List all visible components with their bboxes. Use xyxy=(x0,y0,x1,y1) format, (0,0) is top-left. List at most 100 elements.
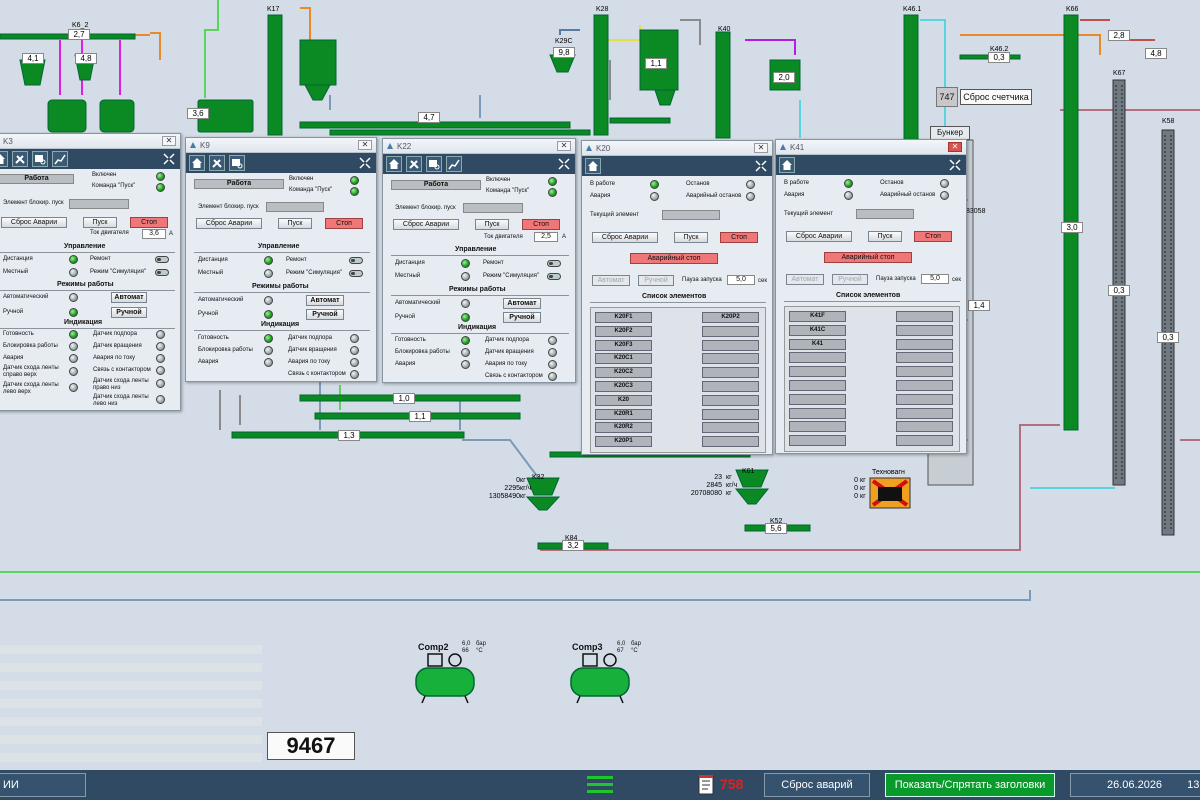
element-list-item[interactable] xyxy=(702,381,759,392)
element-list-item[interactable] xyxy=(702,367,759,379)
element-list-item[interactable] xyxy=(702,339,759,351)
element-list-item[interactable] xyxy=(896,435,953,447)
simulation-toggle[interactable] xyxy=(349,270,363,277)
start-button[interactable]: Пуск xyxy=(674,232,708,243)
reset-alarm-button[interactable]: Сброс Аварии xyxy=(393,219,459,230)
manual-mode-button[interactable]: Ручной xyxy=(306,309,344,320)
element-list-item[interactable]: K41 xyxy=(789,338,846,350)
start-button[interactable]: Пуск xyxy=(278,218,312,229)
toggle-headers-button[interactable]: Показать/Спрятать заголовки xyxy=(885,773,1055,797)
element-list-item[interactable]: K20P1 xyxy=(595,436,652,448)
home-icon[interactable] xyxy=(189,155,205,171)
element-list-item[interactable]: K20C2 xyxy=(595,367,652,379)
start-button[interactable]: Пуск xyxy=(868,231,902,242)
manual-mode-button[interactable]: Ручной xyxy=(111,307,147,318)
expand-icon[interactable] xyxy=(162,152,176,166)
element-list-item[interactable] xyxy=(702,436,759,448)
element-list-item[interactable] xyxy=(702,394,759,406)
simulation-toggle[interactable] xyxy=(155,269,169,276)
element-list-item[interactable]: K20F2 xyxy=(595,325,652,337)
element-list-item[interactable] xyxy=(896,352,953,364)
alarm-log-icon[interactable] xyxy=(697,774,717,796)
auto-mode-button[interactable]: Автомат xyxy=(306,295,344,306)
element-list-item[interactable] xyxy=(896,366,953,378)
pause-value[interactable]: 5,0 xyxy=(727,275,755,285)
auto-mode-button[interactable]: Автомат xyxy=(111,292,147,303)
element-list-item[interactable] xyxy=(789,352,846,364)
manual-mode-button[interactable]: Ручной xyxy=(503,312,541,323)
search-document-icon[interactable] xyxy=(426,156,442,172)
close-button[interactable]: ✕ xyxy=(948,142,962,152)
window-titlebar[interactable]: K3 ✕ xyxy=(0,134,180,149)
element-list-item[interactable]: K20 xyxy=(595,394,652,406)
repair-toggle[interactable] xyxy=(547,260,561,267)
reset-alarm-button[interactable]: Сброс Аварии xyxy=(592,232,658,243)
element-list-item[interactable]: K20F3 xyxy=(595,339,652,351)
element-list-item[interactable] xyxy=(789,393,846,405)
reset-alarm-button[interactable]: Сброс Аварии xyxy=(786,231,852,242)
home-icon[interactable] xyxy=(585,158,601,174)
element-list-item[interactable] xyxy=(789,366,846,378)
stop-button[interactable]: Стоп xyxy=(325,218,363,229)
start-button[interactable]: Пуск xyxy=(475,219,509,230)
expand-icon[interactable] xyxy=(557,157,571,171)
element-list-item[interactable]: K20C3 xyxy=(595,381,652,392)
manual-button[interactable]: Ручной xyxy=(832,274,868,285)
emergency-stop-button[interactable]: Аварийный стоп xyxy=(630,253,718,264)
close-button[interactable]: ✕ xyxy=(557,141,571,151)
home-icon[interactable] xyxy=(779,157,795,173)
expand-icon[interactable] xyxy=(948,158,962,172)
expand-icon[interactable] xyxy=(358,156,372,170)
tools-icon[interactable] xyxy=(406,156,422,172)
element-list-item[interactable] xyxy=(896,311,953,322)
close-button[interactable]: ✕ xyxy=(162,136,176,146)
window-titlebar[interactable]: K20 ✕ xyxy=(582,141,772,156)
search-document-icon[interactable] xyxy=(32,151,48,167)
tools-icon[interactable] xyxy=(209,155,225,171)
simulation-toggle[interactable] xyxy=(547,273,561,280)
element-list-item[interactable] xyxy=(896,324,953,336)
taskbar-left-button[interactable]: ИИ xyxy=(0,773,86,797)
repair-toggle[interactable] xyxy=(349,257,363,264)
reset-alarms-button[interactable]: Сброс аварий xyxy=(764,773,870,797)
stop-button[interactable]: Стоп xyxy=(720,232,758,243)
element-list-item[interactable]: K20R1 xyxy=(595,408,652,420)
element-list-item[interactable]: K20R2 xyxy=(595,422,652,434)
element-list-item[interactable] xyxy=(896,393,953,405)
element-list-item[interactable] xyxy=(896,421,953,433)
repair-toggle[interactable] xyxy=(155,256,169,263)
manual-button[interactable]: Ручной xyxy=(638,275,674,286)
element-list-item[interactable] xyxy=(789,407,846,419)
auto-button[interactable]: Автомат xyxy=(592,275,630,286)
stop-button[interactable]: Стоп xyxy=(130,217,168,228)
search-document-icon[interactable] xyxy=(229,155,245,171)
close-button[interactable]: ✕ xyxy=(754,143,768,153)
element-list-item[interactable] xyxy=(702,353,759,365)
element-list-item[interactable] xyxy=(896,338,953,350)
element-list-item[interactable]: K20F1 xyxy=(595,312,652,323)
window-titlebar[interactable]: K9 ✕ xyxy=(186,138,376,153)
element-list-item[interactable] xyxy=(789,435,846,447)
window-titlebar[interactable]: K41 ✕ xyxy=(776,140,966,155)
stop-button[interactable]: Стоп xyxy=(522,219,560,230)
emergency-stop-button[interactable]: Аварийный стоп xyxy=(824,252,912,263)
element-list-item[interactable] xyxy=(896,380,953,391)
auto-mode-button[interactable]: Автомат xyxy=(503,298,541,309)
pause-value[interactable]: 5,0 xyxy=(921,274,949,284)
trend-chart-icon[interactable] xyxy=(446,156,462,172)
close-button[interactable]: ✕ xyxy=(358,140,372,150)
home-icon[interactable] xyxy=(0,151,8,167)
element-list-item[interactable] xyxy=(789,421,846,433)
element-list-item[interactable] xyxy=(702,408,759,420)
element-list-item[interactable] xyxy=(896,407,953,419)
window-titlebar[interactable]: K22 ✕ xyxy=(383,139,575,154)
trend-chart-icon[interactable] xyxy=(52,151,68,167)
home-icon[interactable] xyxy=(386,156,402,172)
element-list-item[interactable] xyxy=(702,422,759,434)
counter-reset-button[interactable]: Сброс счетчика xyxy=(960,89,1032,105)
element-list-item[interactable] xyxy=(702,325,759,337)
start-button[interactable]: Пуск xyxy=(83,217,117,228)
menu-icon[interactable] xyxy=(587,774,613,796)
stop-button[interactable]: Стоп xyxy=(914,231,952,242)
element-list-item[interactable]: K41F xyxy=(789,311,846,322)
